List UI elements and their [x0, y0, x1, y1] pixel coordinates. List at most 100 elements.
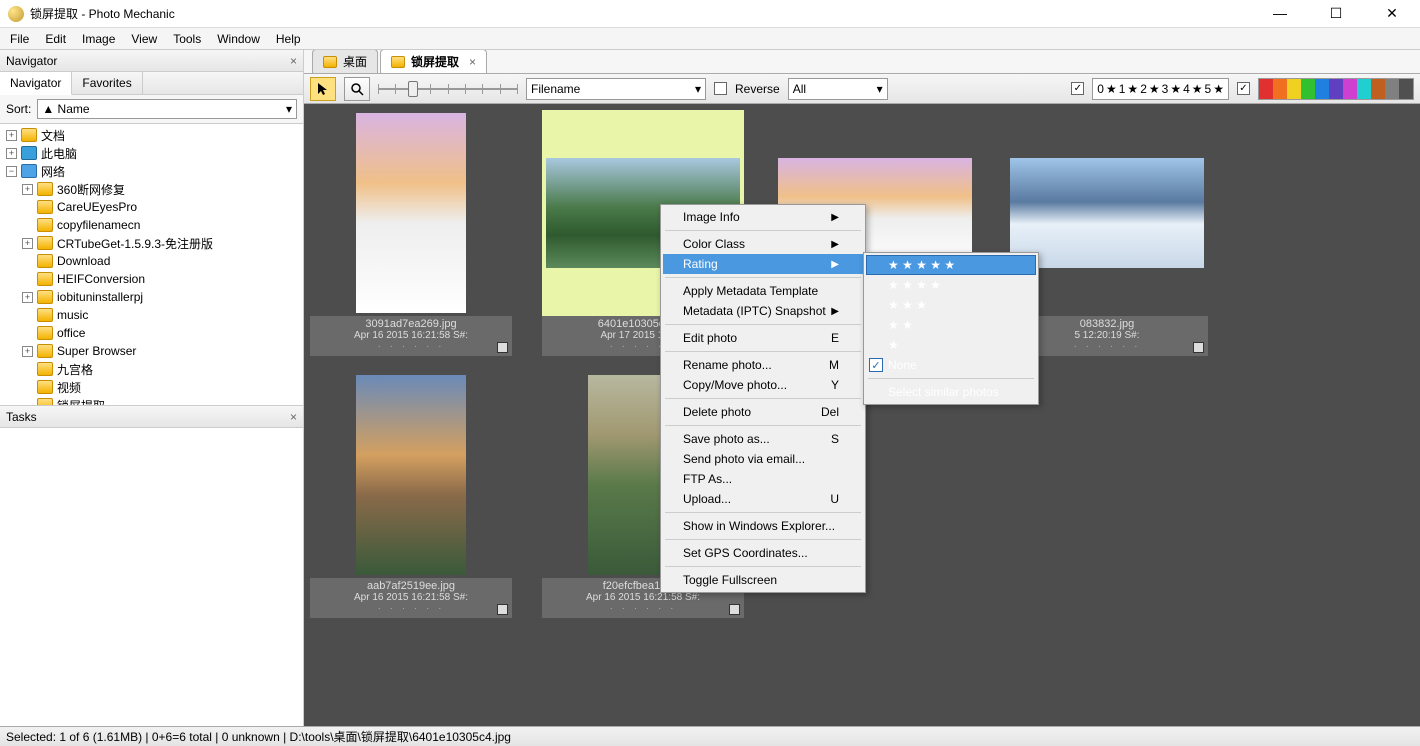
ctx-upload[interactable]: Upload...U [663, 489, 863, 509]
star-filter-checkbox[interactable]: ✓ [1071, 82, 1084, 95]
thumbnail-image[interactable] [1010, 158, 1204, 268]
ctx-send-email[interactable]: Send photo via email... [663, 449, 863, 469]
chevron-right-icon: ▶ [831, 212, 839, 223]
sort-label: Sort: [6, 102, 31, 116]
chevron-down-icon: ▾ [286, 102, 292, 116]
menu-image[interactable]: Image [82, 32, 115, 46]
color-swatch[interactable] [1315, 79, 1329, 99]
ctx-iptc-snapshot[interactable]: Metadata (IPTC) Snapshot▶ [663, 301, 863, 321]
rating-1[interactable]: ★ [866, 335, 1036, 355]
reverse-label: Reverse [735, 82, 780, 96]
navigator-close-icon[interactable]: × [290, 54, 297, 68]
thumbnail-tag-checkbox[interactable] [497, 342, 508, 353]
chevron-right-icon: ▶ [831, 239, 839, 250]
ctx-rating[interactable]: Rating▶ ★ ★ ★ ★ ★ ★ ★ ★ ★ ★ ★ ★ ★ ★ ★ ✓N… [663, 254, 863, 274]
close-button[interactable]: ✕ [1376, 5, 1408, 22]
ctx-image-info[interactable]: Image Info▶ [663, 207, 863, 227]
thumbnail-cell[interactable]: aab7af2519ee.jpgApr 16 2015 16:21:58 S#:… [310, 372, 512, 618]
menu-help[interactable]: Help [276, 32, 301, 46]
magnifier-icon [350, 82, 364, 96]
thumbnail-tag-checkbox[interactable] [729, 604, 740, 615]
rating-2[interactable]: ★ ★ [866, 315, 1036, 335]
ctx-copymove[interactable]: Copy/Move photo...Y [663, 375, 863, 395]
rating-3[interactable]: ★ ★ ★ [866, 295, 1036, 315]
color-swatch[interactable] [1385, 79, 1399, 99]
menu-view[interactable]: View [131, 32, 157, 46]
window-title: 锁屏提取 - Photo Mechanic [30, 5, 1264, 22]
rating-none[interactable]: ✓None [866, 355, 1036, 375]
thumbnail-size-slider[interactable] [378, 79, 518, 99]
star-filter[interactable]: 0★ 1★ 2★ 3★ 4★ 5★ [1092, 78, 1229, 100]
ctx-toggle-fullscreen[interactable]: Toggle Fullscreen [663, 570, 863, 590]
sidebar: Navigator × Navigator Favorites Sort: ▲ … [0, 50, 304, 726]
color-swatch[interactable] [1399, 79, 1413, 99]
pointer-tool-button[interactable] [310, 77, 336, 101]
tab-desktop[interactable]: 桌面 [312, 50, 378, 73]
pointer-icon [316, 82, 330, 96]
color-class-filter[interactable] [1258, 78, 1414, 100]
tab-current[interactable]: 锁屏提取 × [380, 50, 487, 73]
ctx-edit-photo[interactable]: Edit photoE [663, 328, 863, 348]
navigator-label: Navigator [6, 54, 57, 68]
rating-5[interactable]: ★ ★ ★ ★ ★ [866, 255, 1036, 275]
chevron-right-icon: ▶ [831, 259, 839, 270]
color-swatch[interactable] [1273, 79, 1287, 99]
thumbnail-grid[interactable]: 3091ad7ea269.jpgApr 16 2015 16:21:58 S#:… [304, 104, 1420, 726]
thumbnail-footer: aab7af2519ee.jpgApr 16 2015 16:21:58 S#:… [310, 578, 512, 618]
thumbnail-tag-checkbox[interactable] [1193, 342, 1204, 353]
chevron-right-icon: ▶ [831, 306, 839, 317]
tab-favorites[interactable]: Favorites [72, 72, 142, 94]
tab-navigator[interactable]: Navigator [0, 72, 72, 95]
context-menu[interactable]: Image Info▶ Color Class▶ Rating▶ ★ ★ ★ ★… [660, 204, 866, 593]
minimize-button[interactable]: — [1264, 5, 1296, 22]
thumbnail-tag-checkbox[interactable] [497, 604, 508, 615]
titlebar: 锁屏提取 - Photo Mechanic — ☐ ✕ [0, 0, 1420, 28]
menu-tools[interactable]: Tools [173, 32, 201, 46]
tasks-panel-header: Tasks × [0, 406, 303, 428]
rating-select-similar[interactable]: Select similar photos [866, 382, 1036, 402]
color-swatch[interactable] [1287, 79, 1301, 99]
tab-close-icon[interactable]: × [469, 55, 476, 69]
menu-file[interactable]: File [10, 32, 29, 46]
zoom-tool-button[interactable] [344, 77, 370, 101]
ctx-show-explorer[interactable]: Show in Windows Explorer... [663, 516, 863, 536]
contact-sheet-tabs: 桌面 锁屏提取 × [304, 50, 1420, 74]
color-swatch[interactable] [1357, 79, 1371, 99]
status-bar: Selected: 1 of 6 (1.61MB) | 0+6=6 total … [0, 726, 1420, 746]
menu-edit[interactable]: Edit [45, 32, 66, 46]
color-swatch[interactable] [1301, 79, 1315, 99]
status-text: Selected: 1 of 6 (1.61MB) | 0+6=6 total … [6, 728, 511, 745]
chevron-down-icon: ▾ [695, 82, 701, 96]
navigator-panel-header: Navigator × [0, 50, 303, 72]
color-swatch[interactable] [1371, 79, 1385, 99]
ctx-rename[interactable]: Rename photo...M [663, 355, 863, 375]
reverse-checkbox[interactable] [714, 82, 727, 95]
ctx-set-gps[interactable]: Set GPS Coordinates... [663, 543, 863, 563]
color-filter-checkbox[interactable]: ✓ [1237, 82, 1250, 95]
color-swatch[interactable] [1343, 79, 1357, 99]
thumbnail-image[interactable] [356, 375, 466, 575]
thumbnail-image[interactable] [356, 113, 466, 313]
sort-dropdown[interactable]: ▲ Name ▾ [37, 99, 297, 119]
rating-submenu[interactable]: ★ ★ ★ ★ ★ ★ ★ ★ ★ ★ ★ ★ ★ ★ ★ ✓None Sele… [863, 252, 1039, 405]
menu-window[interactable]: Window [217, 32, 260, 46]
rating-4[interactable]: ★ ★ ★ ★ [866, 275, 1036, 295]
folder-tree[interactable]: +文档 +此电脑 −网络 +360断网修复 CareUEyesPro copyf… [0, 124, 303, 406]
ctx-color-class[interactable]: Color Class▶ [663, 234, 863, 254]
tasks-label: Tasks [6, 410, 37, 424]
ctx-delete[interactable]: Delete photoDel [663, 402, 863, 422]
sort-column-dropdown[interactable]: Filename▾ [526, 78, 706, 100]
app-icon [8, 6, 24, 22]
color-swatch[interactable] [1259, 79, 1273, 99]
ctx-apply-template[interactable]: Apply Metadata Template [663, 281, 863, 301]
folder-icon [391, 56, 405, 68]
chevron-down-icon: ▾ [877, 82, 883, 96]
ctx-save-as[interactable]: Save photo as...S [663, 429, 863, 449]
thumbnail-footer: 3091ad7ea269.jpgApr 16 2015 16:21:58 S#:… [310, 316, 512, 356]
ctx-ftp-as[interactable]: FTP As... [663, 469, 863, 489]
tasks-close-icon[interactable]: × [290, 410, 297, 424]
color-swatch[interactable] [1329, 79, 1343, 99]
thumbnail-cell[interactable]: 3091ad7ea269.jpgApr 16 2015 16:21:58 S#:… [310, 110, 512, 356]
maximize-button[interactable]: ☐ [1320, 5, 1352, 22]
filter-dropdown[interactable]: All▾ [788, 78, 888, 100]
